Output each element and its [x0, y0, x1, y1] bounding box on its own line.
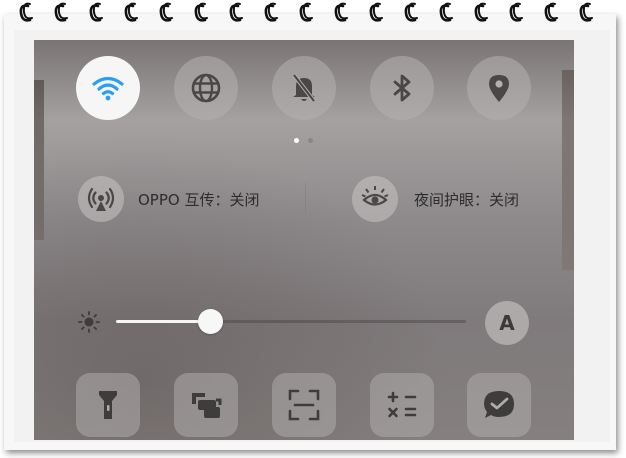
screen-record-icon [192, 393, 222, 418]
chat-tile[interactable] [467, 373, 531, 437]
bell-muted-icon [292, 73, 316, 103]
location-pin-icon [489, 75, 509, 102]
page-dot-active [294, 138, 299, 143]
info-divider [305, 183, 306, 213]
mobile-data-toggle[interactable] [174, 56, 238, 120]
flashlight-icon [99, 391, 117, 419]
wifi-toggle[interactable] [76, 56, 140, 120]
screenshot-icon [288, 389, 320, 421]
bluetooth-icon [393, 74, 411, 102]
location-toggle[interactable] [467, 56, 531, 120]
wallpaper-edge-right [562, 70, 574, 270]
wallpaper-edge-left [34, 80, 44, 240]
eye-sun-icon [361, 186, 389, 206]
oppo-share-button[interactable] [78, 176, 124, 222]
screenshot-tile[interactable] [272, 373, 336, 437]
night-mode-button[interactable] [352, 176, 398, 222]
auto-brightness-button[interactable]: A [485, 301, 529, 345]
calculator-icon [387, 391, 417, 418]
bluetooth-toggle[interactable] [370, 56, 434, 120]
screen-record-tile[interactable] [174, 373, 238, 437]
sun-icon [78, 311, 100, 333]
brightness-slider-thumb[interactable] [198, 309, 223, 334]
spiral-binding [19, 2, 593, 22]
page-dot [308, 138, 313, 143]
brightness-slider[interactable] [116, 320, 466, 323]
chat-bubble-icon [484, 391, 514, 418]
silent-mode-toggle[interactable] [272, 56, 336, 120]
oppo-share-label[interactable]: OPPO 互传：关闭 [138, 189, 259, 210]
globe-icon [191, 73, 221, 103]
wifi-icon [92, 76, 124, 101]
brightness-slider-fill [116, 320, 211, 323]
calculator-tile[interactable] [370, 373, 434, 437]
broadcast-icon [87, 187, 115, 211]
control-center-panel: OPPO 互传：关闭 夜间护眼：关闭 A [34, 40, 574, 440]
flashlight-tile[interactable] [76, 373, 140, 437]
night-mode-label[interactable]: 夜间护眼：关闭 [414, 189, 519, 210]
